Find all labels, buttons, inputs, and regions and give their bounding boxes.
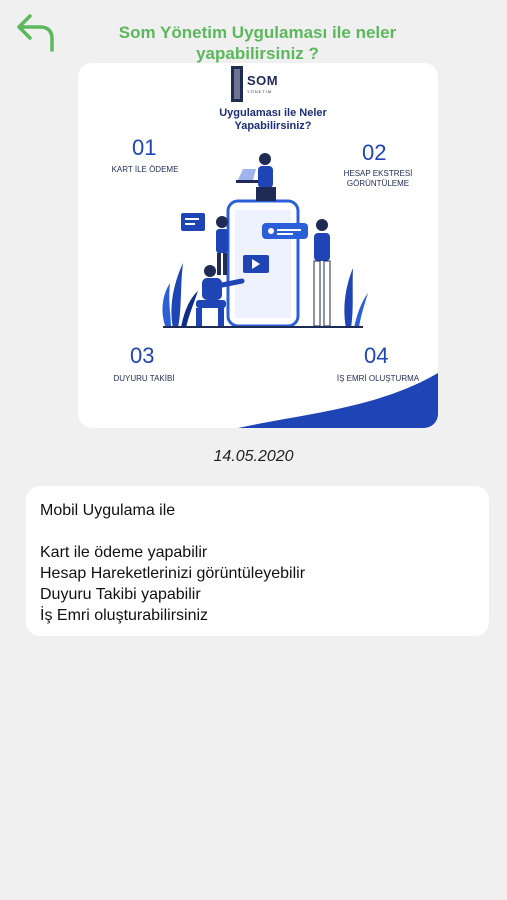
feature-number-3: 03 bbox=[130, 343, 155, 368]
logo-subtext: YÖNETİM bbox=[247, 89, 273, 94]
feature-number-4: 04 bbox=[364, 343, 389, 368]
feature-label-4: İŞ EMRİ OLUŞTURMA bbox=[336, 374, 420, 383]
feature-label-2: HESAP EKSTRESİ GÖRÜNTÜLEME bbox=[328, 169, 428, 189]
feature-number-1: 01 bbox=[132, 135, 157, 160]
message-line: İş Emri oluşturabilirsiniz bbox=[40, 607, 209, 624]
logo-text: SOM bbox=[247, 73, 279, 88]
message-card: Mobil Uygulama ile Kart ile ödeme yapabi… bbox=[26, 486, 489, 636]
feature-label-1: KART İLE ÖDEME bbox=[111, 165, 179, 174]
feature-label-3: DUYURU TAKİBİ bbox=[113, 374, 175, 383]
heading-line-1: Uygulaması ile Neler bbox=[219, 107, 327, 119]
feature-label-2-line-1: HESAP EKSTRESİ bbox=[343, 169, 413, 178]
message-line: Hesap Hareketlerinizi görüntüleyebilir bbox=[40, 565, 306, 582]
message-line: Duyuru Takibi yapabilir bbox=[40, 586, 201, 603]
back-arrow-icon bbox=[17, 14, 54, 52]
message-line: Kart ile ödeme yapabilir bbox=[40, 544, 208, 561]
feature-number-2: 02 bbox=[362, 140, 387, 165]
page-title: Som Yönetim Uygulaması ile neler yapabil… bbox=[118, 23, 397, 63]
post-date: 14.05.2020 bbox=[213, 448, 294, 465]
message-intro: Mobil Uygulama ile bbox=[40, 502, 176, 519]
header-bar: Som Yönetim Uygulaması ile neler yapabil… bbox=[0, 0, 507, 63]
image-heading: Uygulaması ile Neler Yapabilirsiniz? bbox=[173, 107, 373, 133]
feature-label-2-line-2: GÖRÜNTÜLEME bbox=[346, 179, 410, 188]
back-button[interactable] bbox=[14, 12, 60, 54]
announcement-image: SOM YÖNETİM Uygulaması ile Neler Yapabil… bbox=[78, 63, 438, 428]
heading-line-2: Yapabilirsiniz? bbox=[234, 120, 312, 132]
